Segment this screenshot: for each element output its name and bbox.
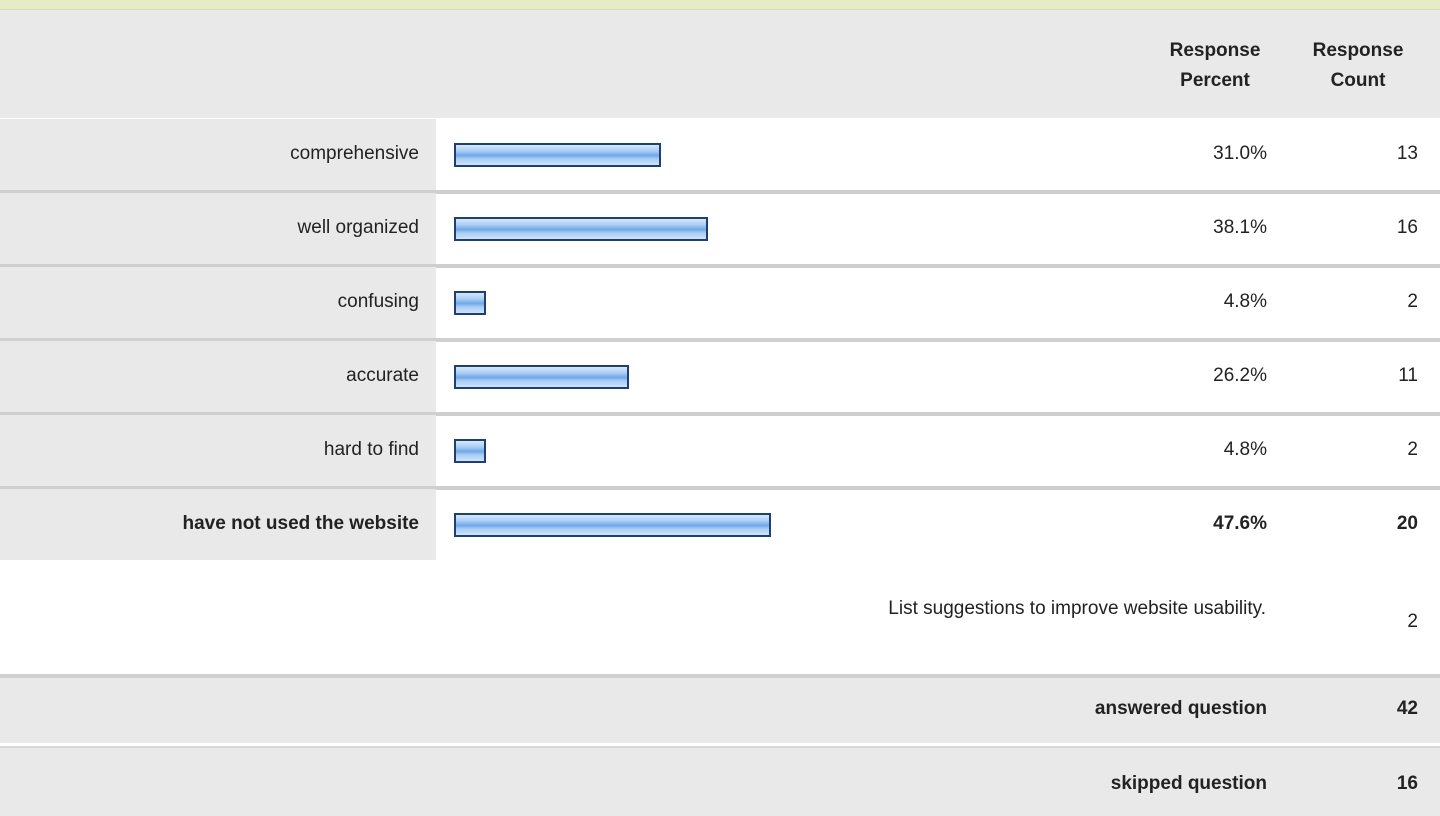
top-strip — [0, 0, 1440, 10]
percent-label: 47.6% — [1213, 513, 1267, 534]
bar — [454, 439, 486, 463]
suggestions-prompt: List suggestions to improve website usab… — [888, 598, 1266, 619]
skipped-question-label: skipped question — [1110, 773, 1267, 794]
category-label: accurate — [346, 365, 419, 386]
category-label-cell: hard to find — [0, 415, 436, 486]
category-label-cell: comprehensive — [0, 119, 436, 190]
category-label-cell: accurate — [0, 341, 436, 412]
bar-row: hard to find 4.8% 2 — [0, 415, 1440, 486]
bar — [454, 143, 661, 167]
percent-label: 4.8% — [1223, 291, 1267, 312]
suggestions-count: 2 — [1407, 611, 1418, 632]
bar — [454, 291, 486, 315]
bar-row: comprehensive 31.0% 13 — [0, 119, 1440, 190]
bar-row: well organized 38.1% 16 — [0, 193, 1440, 264]
count-label: 11 — [1398, 365, 1418, 386]
category-label: well organized — [297, 217, 419, 238]
category-label: comprehensive — [290, 143, 419, 164]
skipped-question-value: 16 — [1396, 773, 1418, 794]
category-label-cell: confusing — [0, 267, 436, 338]
bar-row: confusing 4.8% 2 — [0, 267, 1440, 338]
answered-question-row: answered question 42 — [0, 678, 1440, 743]
count-label: 13 — [1396, 143, 1418, 164]
category-label: have not used the website — [182, 513, 420, 534]
count-label: 2 — [1407, 291, 1418, 312]
percent-label: 4.8% — [1223, 439, 1267, 460]
response-percent-header: Response Percent — [1169, 40, 1261, 91]
bar-row: have not used the website 47.6% 20 — [0, 489, 1440, 560]
category-label-cell: have not used the website — [0, 489, 436, 560]
answered-question-value: 42 — [1396, 698, 1418, 719]
count-label: 20 — [1396, 513, 1418, 534]
percent-label: 31.0% — [1213, 143, 1267, 164]
count-label: 16 — [1396, 217, 1418, 238]
bar — [454, 365, 629, 389]
bar — [454, 217, 708, 241]
category-label-cell: well organized — [0, 193, 436, 264]
answered-question-label: answered question — [1094, 698, 1267, 719]
skipped-question-row: skipped question 16 — [0, 748, 1440, 816]
response-count-header: Response Count — [1312, 40, 1404, 91]
count-label: 2 — [1407, 439, 1418, 460]
bar-row: accurate 26.2% 11 — [0, 341, 1440, 412]
table-header: Response Percent Response Count — [0, 10, 1440, 118]
category-label: confusing — [337, 291, 419, 312]
category-label: hard to find — [323, 439, 419, 460]
bar — [454, 513, 771, 537]
percent-label: 38.1% — [1213, 217, 1267, 238]
percent-label: 26.2% — [1213, 365, 1267, 386]
